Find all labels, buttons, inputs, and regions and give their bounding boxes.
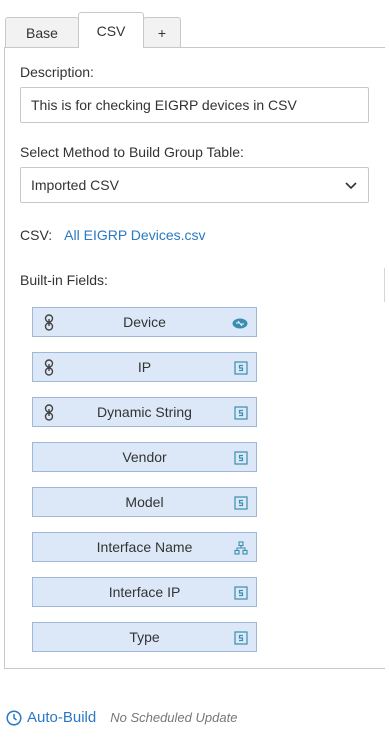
- field-name: Interface Name: [96, 539, 193, 555]
- scrollbar-edge[interactable]: [384, 268, 389, 302]
- method-label: Select Method to Build Group Table:: [20, 144, 244, 160]
- link-icon: [44, 359, 54, 376]
- field-name: Interface IP: [108, 584, 181, 600]
- csv-row: CSV: All EIGRP Devices.csv: [20, 227, 206, 243]
- description-value: This is for checking EIGRP devices in CS…: [31, 97, 297, 113]
- field-interface-name[interactable]: Interface Name: [32, 532, 257, 562]
- link-icon: [44, 404, 54, 421]
- auto-build-link[interactable]: Auto-Build: [27, 709, 96, 726]
- clock-icon: [6, 709, 22, 726]
- tab-base[interactable]: Base: [5, 17, 79, 47]
- field-model[interactable]: Model: [32, 487, 257, 517]
- tab-bar: Base CSV +: [5, 12, 389, 48]
- tab-add-label: +: [157, 24, 167, 41]
- string-icon: [234, 406, 248, 420]
- hierarchy-icon: [234, 541, 248, 555]
- field-name: Vendor: [122, 449, 167, 465]
- field-name: IP: [137, 359, 152, 375]
- tab-csv[interactable]: CSV: [78, 12, 144, 48]
- field-name: Device: [123, 314, 166, 330]
- description-field[interactable]: This is for checking EIGRP devices in CS…: [20, 87, 369, 123]
- field-ip[interactable]: IP: [32, 352, 257, 382]
- string-icon: [234, 496, 248, 510]
- string-icon: [234, 631, 248, 645]
- csv-file-link[interactable]: All EIGRP Devices.csv: [64, 227, 205, 243]
- auto-build-row: Auto-Build No Scheduled Update: [6, 709, 237, 726]
- link-icon: [44, 314, 54, 331]
- tab-csv-label: CSV: [96, 22, 126, 39]
- method-select[interactable]: Imported CSV: [20, 167, 369, 203]
- method-selected: Imported CSV: [31, 177, 119, 193]
- string-icon: [234, 586, 248, 600]
- field-type[interactable]: Type: [32, 622, 257, 652]
- device-icon: [232, 318, 248, 329]
- field-name: Model: [125, 494, 164, 510]
- field-dynamic-string[interactable]: Dynamic String: [32, 397, 257, 427]
- csv-label: CSV:: [20, 227, 53, 243]
- string-icon: [234, 361, 248, 375]
- description-label: Description:: [20, 64, 94, 80]
- tab-add[interactable]: +: [143, 17, 181, 47]
- field-name: Dynamic String: [97, 404, 192, 420]
- field-device[interactable]: Device: [32, 307, 257, 337]
- builtin-fields-label: Built-in Fields:: [20, 272, 108, 288]
- schedule-status: No Scheduled Update: [110, 710, 238, 725]
- field-vendor[interactable]: Vendor: [32, 442, 257, 472]
- field-interface-ip[interactable]: Interface IP: [32, 577, 257, 607]
- field-name: Type: [129, 629, 160, 645]
- string-icon: [234, 451, 248, 465]
- chevron-down-icon: [345, 182, 357, 190]
- tab-base-label: Base: [26, 24, 58, 41]
